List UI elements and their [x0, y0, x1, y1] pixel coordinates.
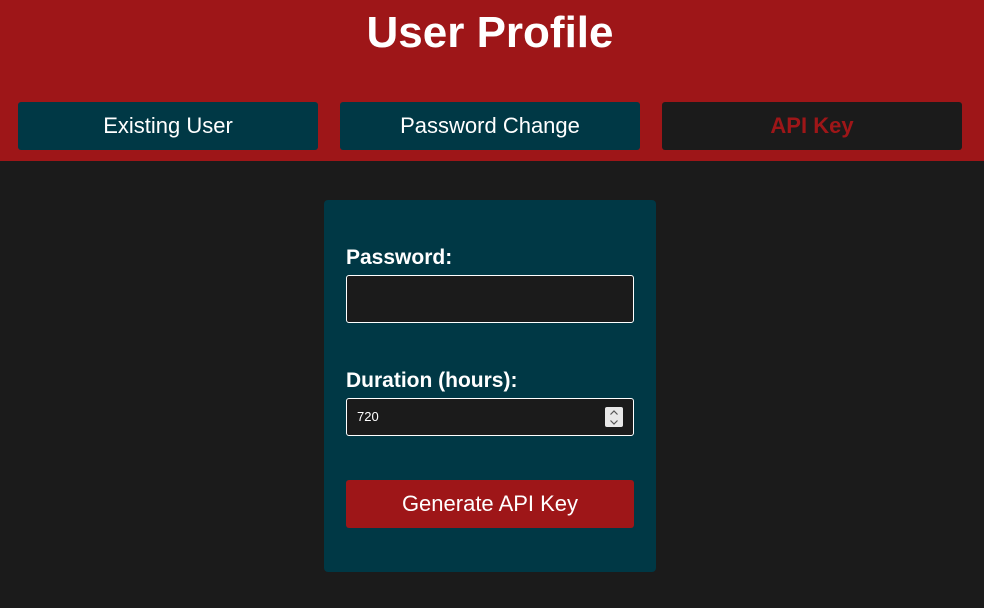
page-title: User Profile: [366, 8, 614, 57]
chevron-up-icon[interactable]: [605, 407, 623, 417]
duration-value: 720: [357, 409, 379, 424]
password-label: Password:: [346, 246, 453, 269]
tab-password-change[interactable]: Password Change: [340, 102, 640, 150]
tab-existing-user[interactable]: Existing User: [18, 102, 318, 150]
generate-api-key-button[interactable]: Generate API Key: [346, 480, 634, 528]
duration-label: Duration (hours):: [346, 369, 518, 392]
header-bar: User Profile Existing User Password Chan…: [0, 0, 984, 161]
tab-api-key[interactable]: API Key: [662, 102, 962, 150]
api-key-form-card: Password: Duration (hours): 720 Generate…: [324, 200, 656, 572]
duration-input[interactable]: 720: [346, 398, 634, 436]
duration-stepper[interactable]: [605, 407, 623, 427]
chevron-down-icon[interactable]: [605, 417, 623, 427]
password-input[interactable]: [346, 275, 634, 323]
